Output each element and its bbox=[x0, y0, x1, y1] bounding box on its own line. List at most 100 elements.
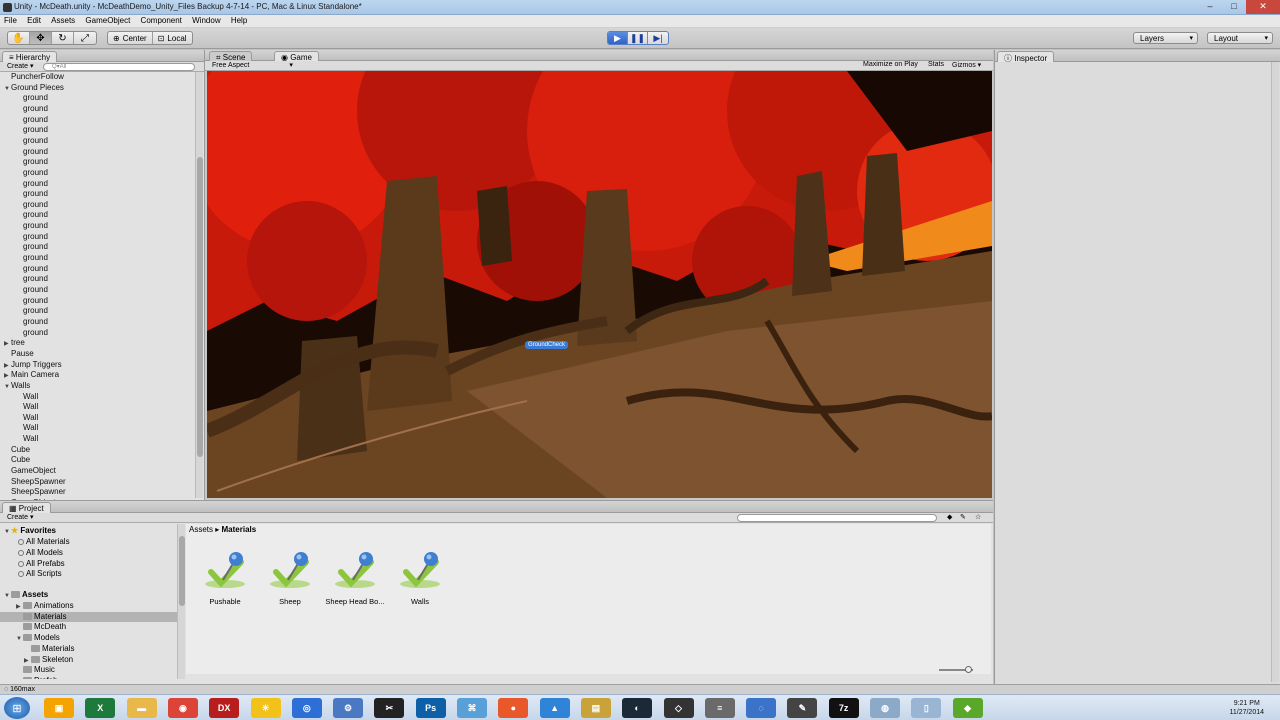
hierarchy-item[interactable]: Cube bbox=[4, 445, 30, 456]
favorite-item[interactable]: All Models bbox=[18, 548, 63, 559]
triangle-app-icon[interactable]: ▲ bbox=[539, 698, 570, 718]
hierarchy-item[interactable]: ground bbox=[16, 104, 48, 115]
hierarchy-item[interactable]: ▼Ground Pieces bbox=[4, 83, 64, 94]
hierarchy-item[interactable]: ground bbox=[16, 168, 48, 179]
browser-icon[interactable]: ◌ bbox=[746, 698, 777, 718]
favorite-item[interactable]: All Scripts bbox=[18, 569, 62, 580]
chrome-icon[interactable]: ◉ bbox=[167, 698, 198, 718]
folder-item[interactable]: Materials bbox=[24, 644, 74, 655]
photoshop-icon[interactable]: Ps bbox=[415, 698, 446, 718]
hierarchy-item[interactable]: Wall bbox=[16, 423, 38, 434]
gear-app-icon[interactable]: ⚙ bbox=[333, 698, 364, 718]
excel-icon[interactable]: X bbox=[85, 698, 116, 718]
hierarchy-item[interactable]: ground bbox=[16, 285, 48, 296]
globe-icon[interactable]: ◎ bbox=[291, 698, 322, 718]
hierarchy-item[interactable]: ground bbox=[16, 253, 48, 264]
material-asset[interactable]: Sheep Head Bo... bbox=[325, 550, 385, 606]
expand-triangle-icon[interactable]: ▼ bbox=[16, 634, 23, 644]
hierarchy-item[interactable]: ground bbox=[16, 93, 48, 104]
groundcheck-label[interactable]: GroundCheck bbox=[525, 341, 569, 349]
hierarchy-item[interactable]: SheepSpawner bbox=[4, 487, 66, 498]
favorite-item[interactable]: All Prefabs bbox=[18, 559, 65, 570]
scrollbar-thumb[interactable] bbox=[197, 157, 203, 457]
hierarchy-item[interactable]: ground bbox=[16, 296, 48, 307]
folder-item[interactable]: Music bbox=[16, 665, 55, 676]
folder-item[interactable]: ▶ Skeleton bbox=[24, 655, 73, 666]
zoom-slider-thumb[interactable] bbox=[965, 666, 972, 673]
minimize-button[interactable]: – bbox=[1198, 0, 1222, 14]
favorites-header[interactable]: ▼★ Favorites bbox=[4, 526, 56, 537]
folder-item[interactable]: Prefab bbox=[16, 676, 58, 679]
gizmos-dropdown[interactable]: Gizmos ▾ bbox=[949, 61, 984, 69]
tab-hierarchy[interactable]: ≡ Hierarchy bbox=[2, 51, 58, 62]
scale-tool-button[interactable]: ⤢ bbox=[74, 32, 96, 44]
hierarchy-item[interactable]: Wall bbox=[16, 402, 38, 413]
maximize-on-play-toggle[interactable]: Maximize on Play bbox=[860, 61, 921, 68]
folder-item[interactable]: ▶ Animations bbox=[16, 601, 74, 612]
folder-item[interactable]: Materials bbox=[0, 611, 178, 623]
game-render[interactable]: GroundCheck bbox=[207, 71, 992, 498]
zoom-slider[interactable] bbox=[939, 666, 973, 673]
hierarchy-item[interactable]: Wall bbox=[16, 413, 38, 424]
hierarchy-item[interactable]: ground bbox=[16, 274, 48, 285]
expand-triangle-icon[interactable]: ▶ bbox=[24, 656, 31, 666]
project-tree-scrollbar[interactable] bbox=[177, 524, 185, 679]
step-button[interactable]: ▶| bbox=[648, 32, 668, 44]
hierarchy-item[interactable]: ground bbox=[16, 306, 48, 317]
hierarchy-scrollbar[interactable] bbox=[195, 72, 203, 498]
hierarchy-item[interactable]: Wall bbox=[16, 392, 38, 403]
hierarchy-item[interactable]: ▶ Jump Triggers bbox=[4, 360, 62, 371]
space-local-button[interactable]: ⊡ Local bbox=[153, 32, 192, 44]
material-asset[interactable]: Sheep bbox=[260, 550, 320, 606]
material-asset[interactable]: Walls bbox=[390, 550, 450, 606]
filter-label-icon[interactable]: ✎ bbox=[957, 513, 969, 521]
move-tool-button[interactable]: ✥ bbox=[30, 32, 52, 44]
hierarchy-item[interactable]: ▼Walls bbox=[4, 381, 30, 392]
hierarchy-item[interactable]: Wall bbox=[16, 434, 38, 445]
hierarchy-item[interactable]: ground bbox=[16, 264, 48, 275]
folder-item[interactable]: McDeath bbox=[16, 622, 66, 633]
hierarchy-item[interactable]: ▶ tree bbox=[4, 338, 25, 349]
disk-icon[interactable]: ◍ bbox=[870, 698, 900, 718]
expand-triangle-icon[interactable]: ▼ bbox=[4, 84, 11, 94]
hierarchy-item[interactable]: ground bbox=[16, 125, 48, 136]
pause-button[interactable]: ❚❚ bbox=[628, 32, 648, 44]
unity-icon[interactable]: ◇ bbox=[663, 698, 694, 718]
hierarchy-item[interactable]: GameObject bbox=[4, 466, 56, 477]
expand-triangle-icon[interactable]: ▶ bbox=[4, 371, 11, 381]
menu-window[interactable]: Window bbox=[188, 15, 224, 25]
system-clock[interactable]: 9:21 PM 11/27/2014 bbox=[1229, 699, 1264, 717]
sun-icon[interactable]: ☀ bbox=[250, 698, 281, 718]
dx-icon[interactable]: DX bbox=[209, 698, 240, 718]
favorite-star-icon[interactable]: ☆ bbox=[972, 513, 984, 521]
project-create-button[interactable]: Create ▾ bbox=[4, 513, 36, 521]
hierarchy-item[interactable]: ground bbox=[16, 115, 48, 126]
breadcrumb-assets[interactable]: Assets bbox=[189, 525, 213, 534]
inspector-scrollbar[interactable] bbox=[1271, 62, 1279, 682]
material-asset[interactable]: Pushable bbox=[195, 550, 255, 606]
favorite-item[interactable]: All Materials bbox=[18, 537, 70, 548]
hierarchy-item[interactable]: ground bbox=[16, 232, 48, 243]
hierarchy-item[interactable]: ground bbox=[16, 157, 48, 168]
breadcrumb-materials[interactable]: Materials bbox=[222, 525, 257, 534]
menu-file[interactable]: File bbox=[0, 15, 21, 25]
scrollbar-thumb[interactable] bbox=[179, 536, 185, 606]
wrench-icon[interactable]: ✎ bbox=[787, 698, 818, 718]
hierarchy-item[interactable]: ▶ Main Camera bbox=[4, 370, 59, 381]
hierarchy-item[interactable]: ground bbox=[16, 242, 48, 253]
filter-type-icon[interactable]: ◆ bbox=[944, 513, 955, 521]
hierarchy-item[interactable]: ground bbox=[16, 200, 48, 211]
hierarchy-item[interactable]: Cube bbox=[4, 455, 30, 466]
tools-icon[interactable]: ✂ bbox=[374, 698, 405, 718]
sevenzip-icon[interactable]: 7z bbox=[828, 698, 859, 718]
explorer-icon[interactable]: ▣ bbox=[44, 698, 74, 718]
hand-tool-button[interactable]: ✋ bbox=[8, 32, 30, 44]
assets-header[interactable]: ▼ Assets bbox=[4, 590, 48, 601]
rotate-tool-button[interactable]: ↻ bbox=[52, 32, 74, 44]
hierarchy-item[interactable]: PuncherFollow bbox=[4, 72, 64, 83]
hierarchy-create-button[interactable]: Create ▾ bbox=[4, 62, 36, 70]
close-button[interactable]: ✕ bbox=[1246, 0, 1280, 14]
hierarchy-item[interactable]: ground bbox=[16, 179, 48, 190]
menu-assets[interactable]: Assets bbox=[47, 15, 79, 25]
menu-edit[interactable]: Edit bbox=[23, 15, 45, 25]
